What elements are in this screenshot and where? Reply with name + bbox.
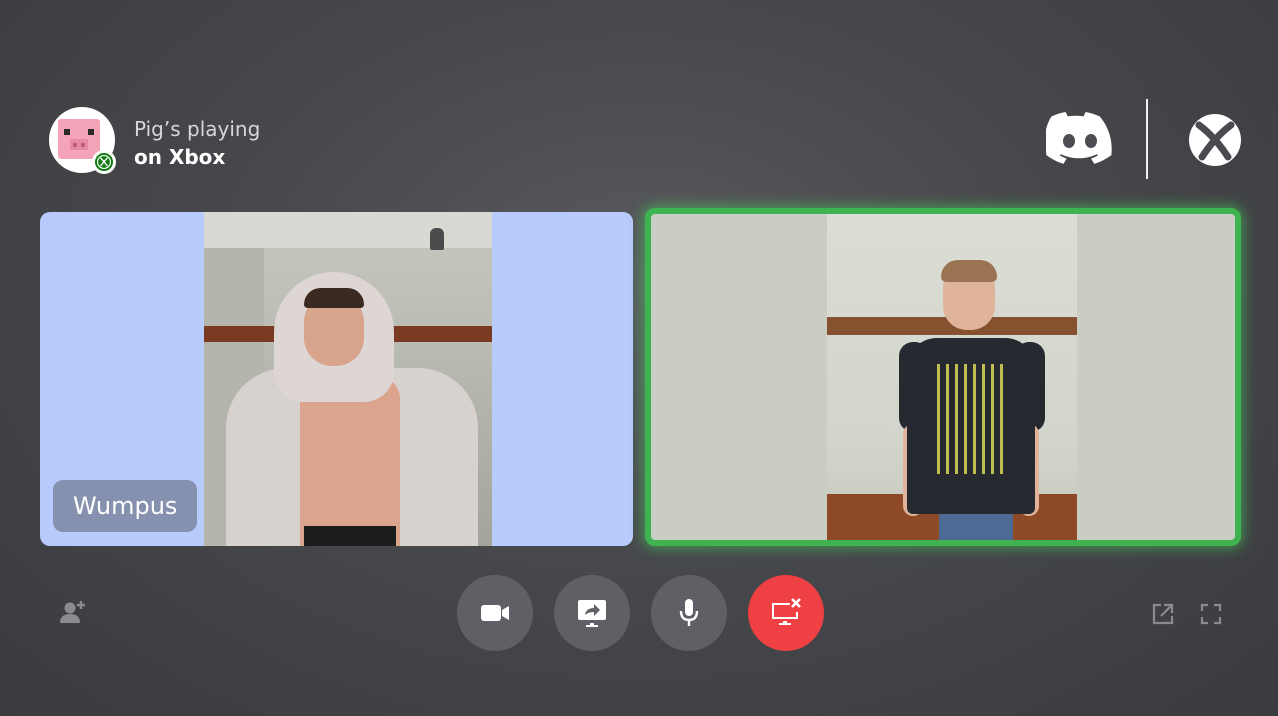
disconnect-button[interactable]	[748, 575, 824, 651]
screen-share-button[interactable]	[554, 575, 630, 651]
activity-line-2: on Xbox	[134, 145, 226, 169]
camera-icon	[481, 605, 509, 621]
activity-line-1: Pig’s playing	[134, 117, 261, 141]
participant-tile-wumpus[interactable]: Wumpus	[40, 212, 633, 546]
xbox-logo-icon	[1188, 113, 1242, 167]
microphone-button[interactable]	[651, 575, 727, 651]
participant-tile-speaking[interactable]	[645, 208, 1241, 546]
add-user-icon[interactable]	[59, 598, 87, 626]
xbox-icon	[92, 150, 116, 174]
discord-logo-icon	[1045, 112, 1114, 164]
pig-avatar-icon	[58, 119, 100, 159]
participant-name-tag: Wumpus	[53, 480, 198, 532]
screen-share-icon	[578, 600, 606, 627]
brand-divider	[1146, 99, 1148, 179]
activity-status: Pig’s playing on Xbox	[134, 115, 260, 171]
participant-video	[204, 212, 492, 546]
fullscreen-icon[interactable]	[1197, 600, 1225, 628]
popout-icon[interactable]	[1149, 600, 1177, 628]
camera-button[interactable]	[457, 575, 533, 651]
avatar[interactable]	[49, 107, 116, 174]
microphone-icon	[679, 599, 699, 626]
participant-video	[827, 214, 1077, 540]
disconnect-icon	[772, 598, 801, 625]
